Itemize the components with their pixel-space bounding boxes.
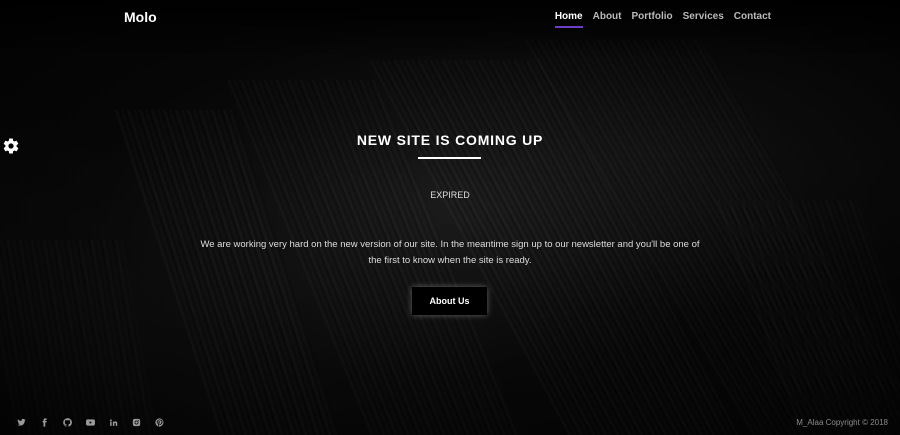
facebook-icon[interactable] [39,417,49,427]
copyright-text: M_Alaa Copyright © 2018 [796,418,888,427]
nav-item-contact[interactable]: Contact [734,11,771,28]
hero-description: We are working very hard on the new vers… [200,239,700,266]
youtube-icon[interactable] [85,417,95,427]
github-icon[interactable] [62,417,72,427]
linkedin-icon[interactable] [108,417,118,427]
site-logo[interactable]: Molo [124,9,157,25]
twitter-icon[interactable] [16,417,26,427]
nav-item-portfolio[interactable]: Portfolio [632,11,673,28]
nav-item-about[interactable]: About [593,11,622,28]
nav-item-home[interactable]: Home [554,11,583,28]
title-divider [418,157,481,159]
background-overlay [0,0,900,435]
site-header: Molo Home About Portfolio Services Conta… [0,0,900,36]
instagram-icon[interactable] [131,417,141,427]
pinterest-icon[interactable] [154,417,164,427]
coming-soon-page: Molo Home About Portfolio Services Conta… [0,0,900,435]
nav-item-services[interactable]: Services [683,11,724,28]
countdown-status: EXPIRED [430,190,470,200]
about-us-button[interactable]: About Us [412,287,487,315]
social-links [16,417,164,427]
main-nav: Home About Portfolio Services Contact [554,11,771,28]
hero-title: NEW SITE IS COMING UP [356,132,544,148]
